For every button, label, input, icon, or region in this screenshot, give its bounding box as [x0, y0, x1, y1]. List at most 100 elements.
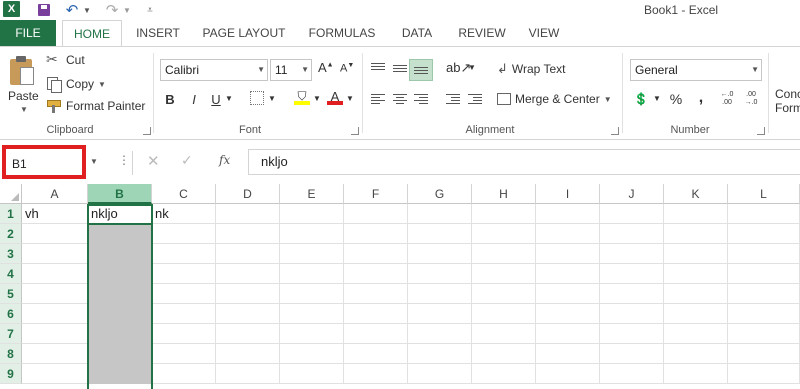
column-header-e[interactable]: E [280, 184, 344, 204]
cell-i9[interactable] [536, 364, 600, 384]
column-header-k[interactable]: K [664, 184, 728, 204]
cell-g4[interactable] [408, 264, 472, 284]
tab-review[interactable]: REVIEW [455, 20, 509, 46]
number-format-select[interactable]: General ▼ [630, 59, 762, 81]
row-header-8[interactable]: 8 [0, 344, 22, 364]
comma-style-button[interactable]: , [696, 89, 706, 107]
cell-j3[interactable] [600, 244, 664, 264]
conditional-formatting-button[interactable]: Conc Form [775, 87, 800, 115]
cell-k8[interactable] [664, 344, 728, 364]
cell-i5[interactable] [536, 284, 600, 304]
cell-a2[interactable] [22, 224, 88, 244]
cell-h9[interactable] [472, 364, 536, 384]
cell-e8[interactable] [280, 344, 344, 364]
shrink-font-icon[interactable]: A▼ [340, 62, 354, 75]
paste-button[interactable]: Paste [8, 89, 39, 103]
orientation-dropdown-icon[interactable]: ▼ [468, 63, 476, 72]
align-top-icon[interactable] [371, 63, 385, 75]
cell-k2[interactable] [664, 224, 728, 244]
cell-i2[interactable] [536, 224, 600, 244]
cell-b9[interactable] [88, 364, 152, 384]
cell-d1[interactable] [216, 204, 280, 224]
increase-decimal-icon[interactable]: ←.0.00 [718, 91, 736, 107]
cell-d3[interactable] [216, 244, 280, 264]
decrease-indent-icon[interactable] [446, 94, 460, 106]
cell-g2[interactable] [408, 224, 472, 244]
cell-i1[interactable] [536, 204, 600, 224]
underline-dropdown-icon[interactable]: ▼ [225, 94, 233, 103]
fill-color-icon[interactable]: ⛉ [294, 89, 310, 105]
font-size-select[interactable]: 11 ▼ [270, 59, 312, 81]
cell-a4[interactable] [22, 264, 88, 284]
cell-c4[interactable] [152, 264, 216, 284]
font-name-select[interactable]: Calibri ▼ [160, 59, 268, 81]
cell-g9[interactable] [408, 364, 472, 384]
percent-style-button[interactable]: % [669, 91, 683, 107]
cell-i7[interactable] [536, 324, 600, 344]
name-box[interactable]: B1 [2, 145, 86, 179]
tab-insert[interactable]: INSERT [131, 20, 185, 46]
cell-k3[interactable] [664, 244, 728, 264]
wrap-text-button[interactable]: ↲ Wrap Text [497, 61, 565, 77]
cell-g3[interactable] [408, 244, 472, 264]
cell-j2[interactable] [600, 224, 664, 244]
name-box-dropdown-icon[interactable]: ▼ [90, 157, 98, 166]
paste-dropdown-icon[interactable]: ▼ [20, 105, 28, 114]
cell-d9[interactable] [216, 364, 280, 384]
enter-icon[interactable]: ✓ [181, 152, 193, 169]
cell-h3[interactable] [472, 244, 536, 264]
tab-view[interactable]: VIEW [523, 20, 565, 46]
cell-c8[interactable] [152, 344, 216, 364]
italic-button[interactable]: I [188, 92, 200, 107]
column-header-l[interactable]: L [728, 184, 800, 204]
cell-b5[interactable] [88, 284, 152, 304]
cell-h7[interactable] [472, 324, 536, 344]
cell-f8[interactable] [344, 344, 408, 364]
tab-page-layout[interactable]: PAGE LAYOUT [200, 20, 288, 46]
cell-g6[interactable] [408, 304, 472, 324]
cell-a9[interactable] [22, 364, 88, 384]
cell-f9[interactable] [344, 364, 408, 384]
cell-e2[interactable] [280, 224, 344, 244]
cell-c2[interactable] [152, 224, 216, 244]
cell-h5[interactable] [472, 284, 536, 304]
underline-button[interactable]: U [210, 92, 222, 107]
cell-k1[interactable] [664, 204, 728, 224]
number-launcher-icon[interactable] [757, 127, 765, 135]
cancel-icon[interactable]: ✕ [147, 152, 160, 170]
accounting-dropdown-icon[interactable]: ▼ [653, 94, 661, 103]
cell-f3[interactable] [344, 244, 408, 264]
undo-dropdown-icon[interactable]: ▼ [83, 1, 91, 19]
merge-center-button[interactable]: Merge & Center ▼ [497, 92, 612, 106]
cell-e7[interactable] [280, 324, 344, 344]
accounting-format-icon[interactable]: 💲 [632, 92, 650, 106]
cell-b3[interactable] [88, 244, 152, 264]
cell-b1[interactable]: nkljo [88, 204, 152, 224]
cell-c6[interactable] [152, 304, 216, 324]
cell-g5[interactable] [408, 284, 472, 304]
row-header-9[interactable]: 9 [0, 364, 22, 384]
redo-dropdown-icon[interactable]: ▼ [123, 1, 131, 19]
column-header-d[interactable]: D [216, 184, 280, 204]
cell-a6[interactable] [22, 304, 88, 324]
cell-l8[interactable] [728, 344, 800, 364]
borders-icon[interactable] [250, 91, 264, 105]
cell-l1[interactable] [728, 204, 800, 224]
cell-j6[interactable] [600, 304, 664, 324]
cell-h4[interactable] [472, 264, 536, 284]
tab-data[interactable]: DATA [395, 20, 439, 46]
fill-color-dropdown-icon[interactable]: ▼ [313, 94, 321, 103]
row-header-3[interactable]: 3 [0, 244, 22, 264]
cell-g8[interactable] [408, 344, 472, 364]
cell-d7[interactable] [216, 324, 280, 344]
cell-a1[interactable]: vh [22, 204, 88, 224]
bold-button[interactable]: B [164, 92, 176, 107]
cell-f6[interactable] [344, 304, 408, 324]
tab-file[interactable]: FILE [0, 20, 56, 46]
formula-input[interactable]: nkljo [248, 149, 800, 175]
row-header-4[interactable]: 4 [0, 264, 22, 284]
select-all-corner[interactable] [0, 184, 22, 204]
cell-b8[interactable] [88, 344, 152, 364]
cell-h1[interactable] [472, 204, 536, 224]
cell-e4[interactable] [280, 264, 344, 284]
